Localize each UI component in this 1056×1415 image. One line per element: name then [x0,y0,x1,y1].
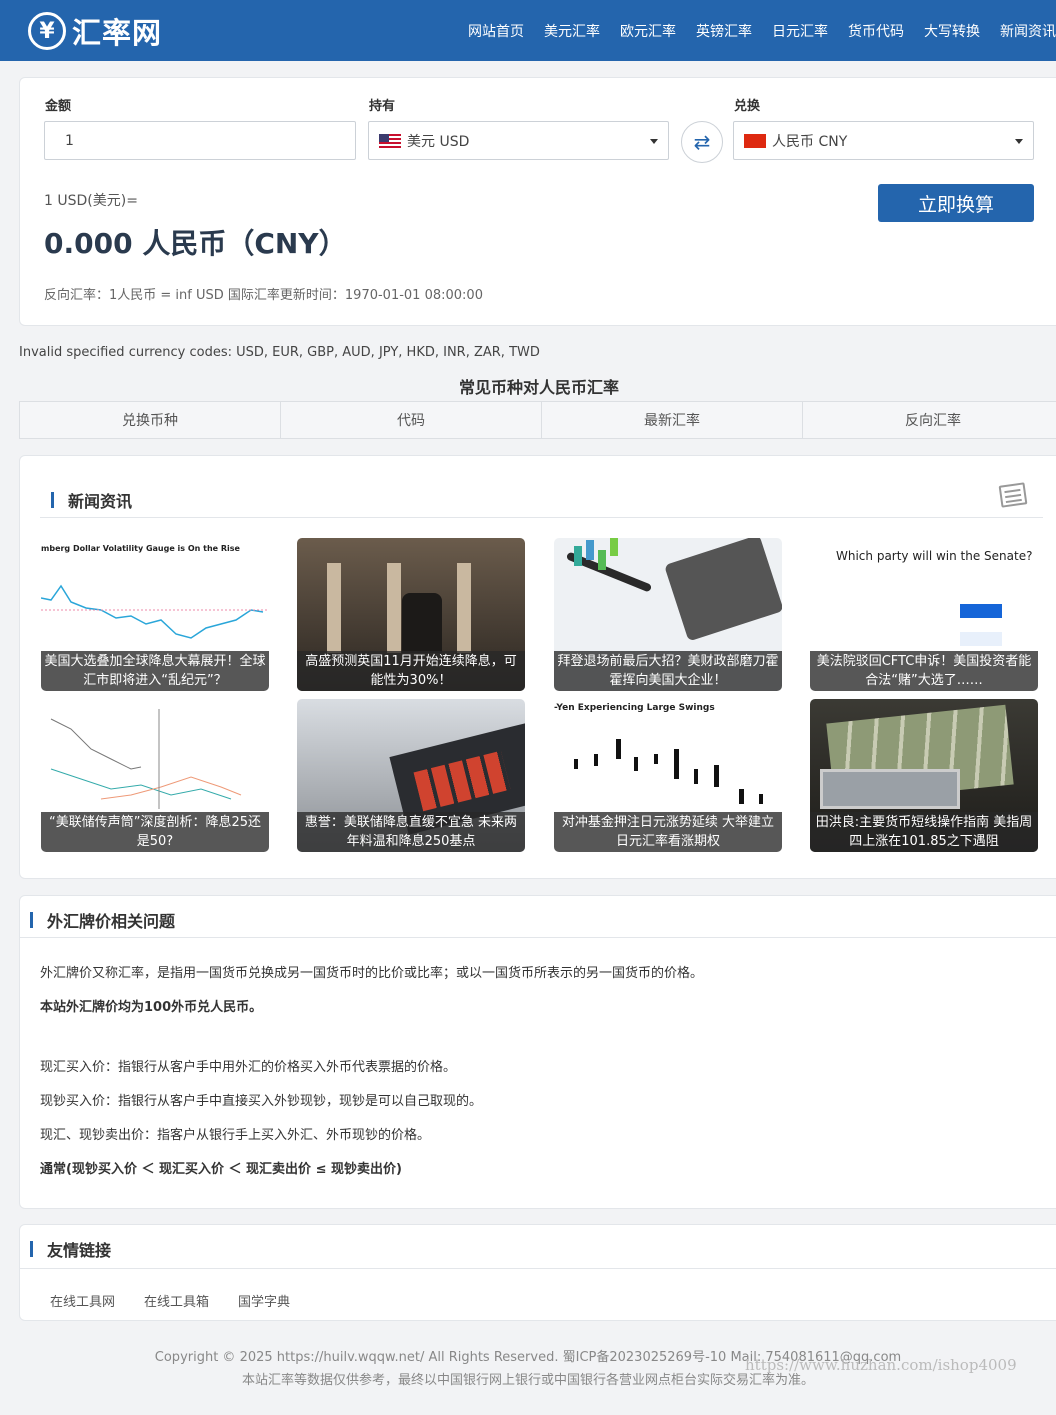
divider [20,1268,1056,1269]
news-item[interactable]: 田洪良:主要货币短线操作指南 美指周四上涨在101.85之下遇阻 [810,699,1038,852]
cn-flag-icon [744,133,766,148]
news-item[interactable]: 惠誉：美联储降息直缓不宜急 未来两年料温和降息250基点 [297,699,525,852]
news-caption: 高盛预测英国11月开始连续降息，可能性为30%！ [297,651,525,691]
faq-paragraph: 通常(现钞买入价 ＜ 现汇买入价 ＜ 现汇卖出价 ≤ 现钞卖出价) [40,1162,402,1177]
swap-currencies-button[interactable]: ⇄ [681,121,723,163]
news-caption: “美联储传声筒”深度剖析：降息25还是50? [41,812,269,852]
from-currency-value: 美元 USD [407,133,470,150]
faq-title: 外汇牌价相关问题 [30,908,175,932]
links-title: 友情链接 [30,1237,111,1261]
thumbnail-chart [50,709,242,809]
news-card: 新闻资讯 mberg Dollar Volatility Gauge is On… [19,455,1056,879]
error-message: Invalid specified currency codes: USD, E… [19,345,540,360]
chevron-down-icon [1015,139,1023,144]
to-currency-select[interactable]: 人民币 CNY [733,121,1034,160]
watermark: https://www.huzhan.com/ishop4009 [745,1356,1017,1374]
nav-gbp[interactable]: 英镑汇率 [696,21,752,41]
nav-usd[interactable]: 美元汇率 [544,21,600,41]
news-item[interactable]: 拜登退场前最后大招？美财政部磨刀霍霍挥向美国大企业！ [554,538,782,691]
us-flag-icon [379,133,401,148]
col-reverse-rate: 反向汇率 [905,413,961,429]
main-nav: 网站首页 美元汇率 欧元汇率 英镑汇率 日元汇率 货币代码 大写转换 新闻资讯 [448,0,1056,61]
faq-paragraph: 外汇牌价又称汇率，是指用一国货币兑换成另一国货币时的比价或比率；或以一国货币所表… [40,966,704,981]
from-currency-label: 持有 [369,99,396,114]
news-caption: 对冲基金押注日元涨势延续 大举建立日元汇率看涨期权 [554,812,782,852]
conversion-result: 0.000 人民币（CNY） [44,227,347,260]
to-currency-label: 兑换 [734,99,761,114]
amount-label: 金额 [45,99,72,114]
friend-link[interactable]: 国学字典 [238,1291,290,1310]
col-latest-rate: 最新汇率 [542,402,803,438]
friend-link[interactable]: 在线工具网 [50,1291,115,1310]
newspaper-icon[interactable] [998,482,1028,508]
reverse-rate-line: 反向汇率：1人民币 = inf USD 国际汇率更新时间：1970-01-01 … [44,288,483,303]
from-currency-select[interactable]: 美元 USD [368,121,669,160]
news-caption: 拜登退场前最后大招？美财政部磨刀霍霍挥向美国大企业！ [554,651,782,691]
faq-card: 外汇牌价相关问题 外汇牌价又称汇率，是指用一国货币兑换成另一国货币时的比价或比率… [19,895,1056,1209]
news-item[interactable]: mberg Dollar Volatility Gauge is On the … [41,538,269,691]
amount-input[interactable]: 1 [44,121,356,160]
to-currency-value: 人民币 CNY [772,133,848,150]
thumbnail-chart [574,739,763,804]
logo-text: 汇率网 [72,16,163,50]
news-title: 新闻资讯 [51,488,132,512]
news-caption: 美国大选叠加全球降息大幕展开！全球汇市即将进入“乱纪元”？ [41,651,269,691]
faq-paragraph: 现钞买入价：指银行从客户手中直接买入外钞现钞，现钞是可以自己取现的。 [40,1094,483,1109]
convert-button[interactable]: 立即换算 [878,184,1034,222]
faq-paragraph: 本站外汇牌价均为100外币兑人民币。 [40,1000,263,1015]
nav-home[interactable]: 网站首页 [468,21,524,41]
divider [40,517,1043,518]
thumbnail-chart [41,584,269,639]
converter-card: 金额 1 持有 美元 USD ⇄ 兑换 人民币 CNY 立即换算 1 USD(美… [19,77,1056,326]
thumbnail-title: -Yen Experiencing Large Swings [554,703,715,713]
site-header: ¥ 汇率网 网站首页 美元汇率 欧元汇率 英镑汇率 日元汇率 货币代码 大写转换… [0,0,1056,61]
thumbnail-title: Which party will win the Senate? [836,549,1033,563]
faq-paragraph: 现汇买入价：指银行从客户手中用外汇的价格买入外币代表票据的价格。 [40,1060,457,1075]
faq-paragraph: 现汇、现钞卖出价：指客户从银行手上买入外汇、外币现钞的价格。 [40,1128,431,1143]
nav-uppercase-convert[interactable]: 大写转换 [924,21,980,41]
rate-line: 1 USD(美元)= [44,193,138,209]
nav-currency-codes[interactable]: 货币代码 [848,21,904,41]
news-item[interactable]: -Yen Experiencing Large Swings 对冲基金押注日元涨… [554,699,782,852]
news-item[interactable]: 高盛预测英国11月开始连续降息，可能性为30%！ [297,538,525,691]
site-logo[interactable]: ¥ 汇率网 [28,10,162,52]
news-caption: 惠誉：美联储降息直缓不宜急 未来两年料温和降息250基点 [297,812,525,852]
divider [20,937,1056,938]
col-code: 代码 [281,402,542,438]
friend-link[interactable]: 在线工具箱 [144,1291,209,1310]
news-item[interactable]: “美联储传声筒”深度剖析：降息25还是50? [41,699,269,852]
col-currency: 兑换币种 [20,402,281,438]
news-caption: 田洪良:主要货币短线操作指南 美指周四上涨在101.85之下遇阻 [810,812,1038,852]
news-item[interactable]: Which party will win the Senate? 美法院驳回CF… [810,538,1038,691]
nav-jpy[interactable]: 日元汇率 [772,21,828,41]
yen-logo-icon: ¥ [28,12,66,50]
nav-news[interactable]: 新闻资讯 [1000,21,1056,41]
rates-table-header: 兑换币种 代码 最新汇率 反向汇率 [19,401,1056,439]
chevron-down-icon [650,139,658,144]
rates-table-title: 常见币种对人民币汇率 [458,378,619,397]
nav-eur[interactable]: 欧元汇率 [620,21,676,41]
news-caption: 美法院驳回CFTC申诉！美国投资者能合法“赌”大选了…… [810,651,1038,691]
